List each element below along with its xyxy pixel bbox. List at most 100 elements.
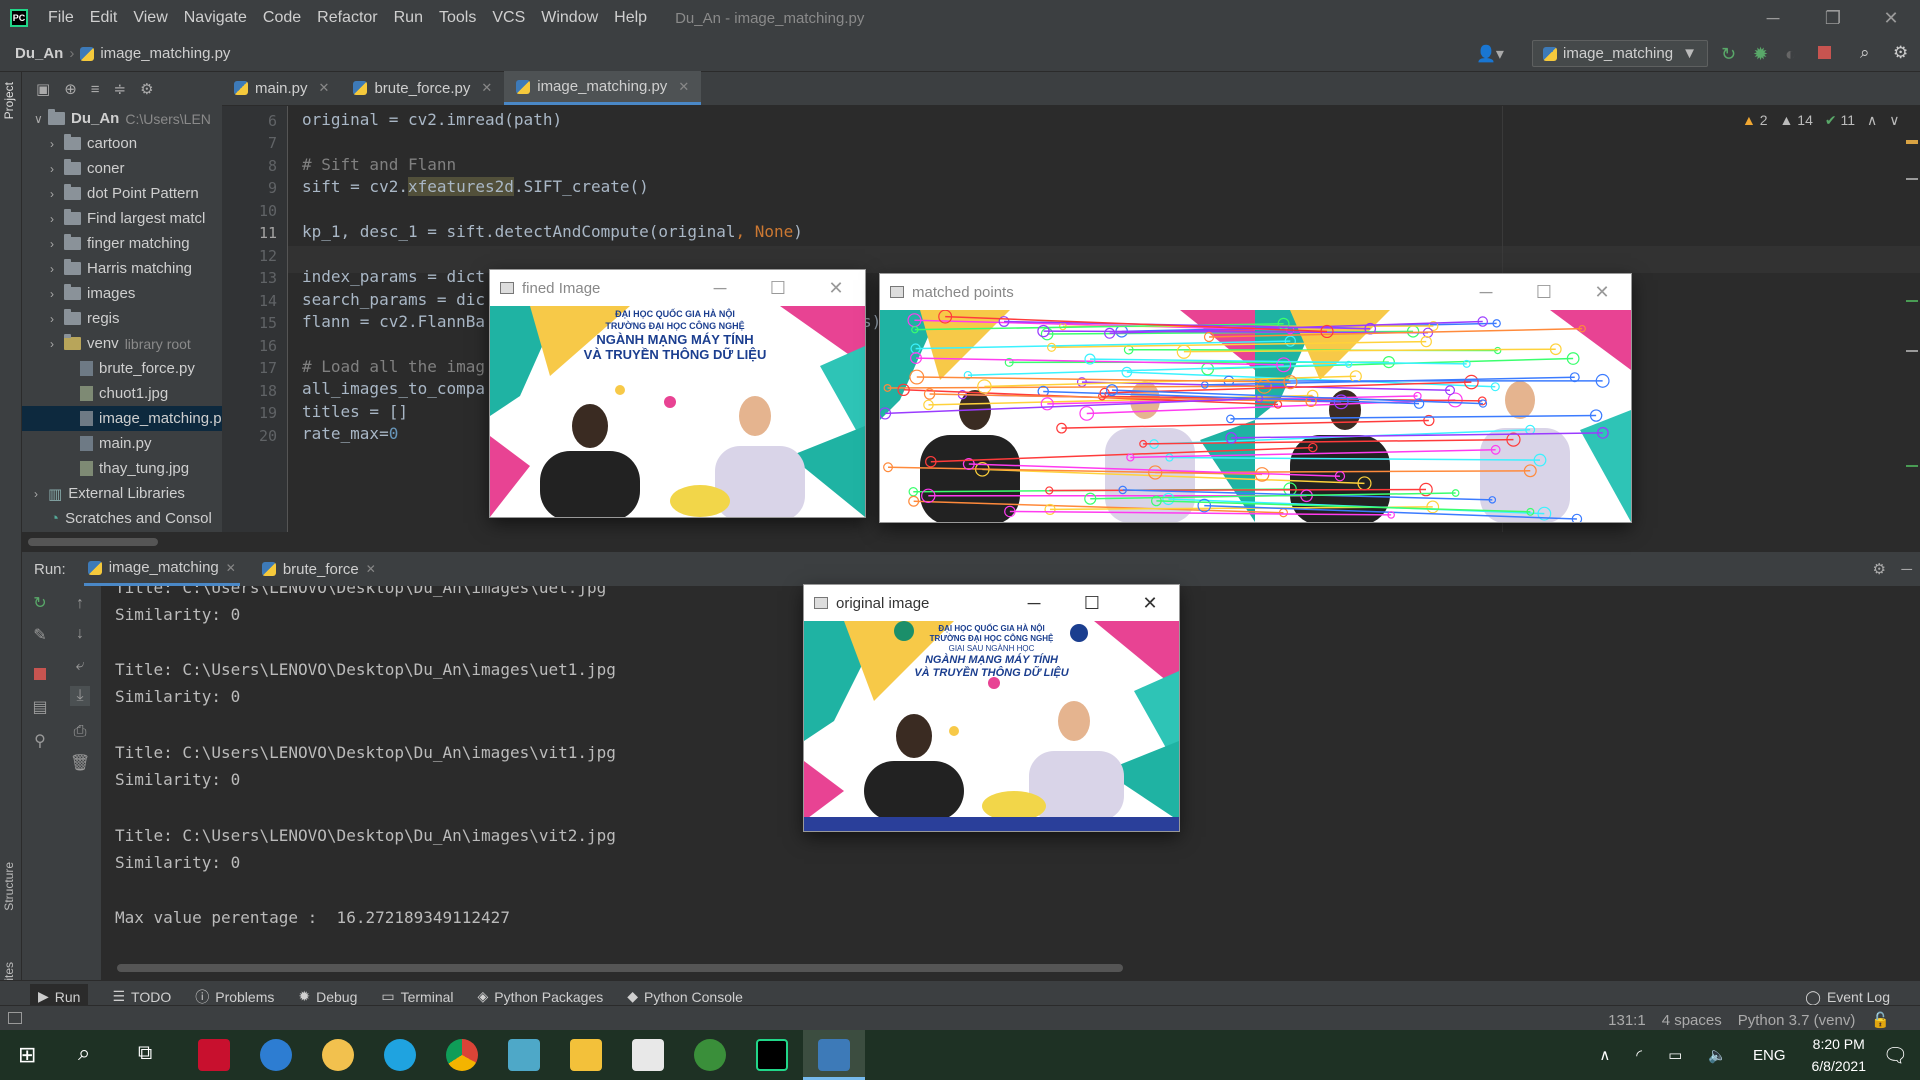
project-horizontal-scrollbar[interactable]	[28, 538, 158, 546]
tree-external-libraries[interactable]: › ▥ External Libraries	[22, 481, 222, 506]
gear-icon[interactable]: ⚙	[1873, 560, 1886, 578]
tab-image-matching[interactable]: image_matching.py ✕	[504, 71, 702, 105]
menu-code[interactable]: Code	[255, 0, 309, 36]
search-icon[interactable]: ⌕	[78, 1040, 90, 1066]
stop-icon[interactable]	[1818, 46, 1831, 59]
tree-folder[interactable]: › Find largest matcl	[22, 206, 222, 231]
app-icon[interactable]	[198, 1039, 230, 1071]
project-tool-tab[interactable]: Project	[2, 82, 16, 119]
pycharm-icon[interactable]	[756, 1039, 788, 1071]
tree-root[interactable]: ∨ Du_An C:\Users\LEN	[22, 106, 222, 131]
tab-main[interactable]: main.py ✕	[222, 71, 341, 105]
arrow-down-icon[interactable]: ↓	[70, 624, 90, 644]
menu-run[interactable]: Run	[386, 0, 431, 36]
lock-icon[interactable]: 🔓	[1871, 1011, 1890, 1029]
volume-icon[interactable]: 🔈	[1708, 1046, 1727, 1064]
menu-vcs[interactable]: VCS	[484, 0, 533, 36]
close-tab-icon[interactable]: ✕	[319, 80, 330, 96]
restore-icon[interactable]: ❐	[1804, 0, 1862, 36]
chrome-icon[interactable]	[446, 1039, 478, 1071]
close-icon[interactable]: ✕	[807, 270, 865, 306]
close-tab-icon[interactable]: ✕	[366, 562, 376, 576]
arrow-up-icon[interactable]: ↑	[70, 594, 90, 614]
rerun-icon[interactable]: ↻	[30, 594, 50, 614]
minimize-icon[interactable]: ─	[1005, 585, 1063, 621]
close-icon[interactable]: ✕	[1121, 585, 1179, 621]
tree-file[interactable]: thay_tung.jpg	[22, 456, 222, 481]
tree-folder[interactable]: › cartoon	[22, 131, 222, 156]
soft-wrap-icon[interactable]: ⤶	[70, 656, 90, 676]
python-icon[interactable]	[818, 1039, 850, 1071]
close-icon[interactable]: ✕	[1573, 274, 1631, 310]
collapse-all-icon[interactable]: ≑	[114, 80, 127, 98]
run-tab-image-matching[interactable]: image_matching ✕	[83, 552, 240, 586]
menu-help[interactable]: Help	[606, 0, 655, 36]
tree-folder[interactable]: › Harris matching	[22, 256, 222, 281]
tree-file[interactable]: brute_force.py	[22, 356, 222, 381]
layout-icon[interactable]: ▤	[30, 698, 50, 718]
paint-net-icon[interactable]	[694, 1039, 726, 1071]
tool-tab-python-console[interactable]: ◆ Python Console	[627, 988, 743, 1005]
file-explorer-icon[interactable]	[570, 1039, 602, 1071]
indent-setting[interactable]: 4 spaces	[1662, 1012, 1722, 1029]
console-horizontal-scrollbar[interactable]	[117, 964, 1123, 972]
minimize-icon[interactable]: ─	[691, 270, 749, 306]
locate-icon[interactable]: ⊕	[64, 80, 77, 98]
fined-image-titlebar[interactable]: fined Image ─ ☐ ✕	[490, 270, 865, 306]
expand-all-icon[interactable]: ≡	[91, 81, 100, 98]
clock[interactable]: 8:20 PM 6/8/2021	[1812, 1033, 1867, 1077]
tool-tab-todo[interactable]: ☰ TODO	[112, 988, 171, 1005]
matched-points-titlebar[interactable]: matched points ─ ☐ ✕	[880, 274, 1631, 310]
tool-tab-python-packages[interactable]: ◈ Python Packages	[478, 988, 604, 1005]
search-icon[interactable]: ⌕	[1860, 43, 1870, 63]
toggle-tool-windows-icon[interactable]	[8, 1012, 22, 1024]
tree-folder[interactable]: › images	[22, 281, 222, 306]
caret-position[interactable]: 131:1	[1608, 1012, 1646, 1029]
breadcrumb-file[interactable]: image_matching.py	[80, 45, 230, 62]
trash-icon[interactable]: 🗑	[70, 754, 90, 774]
tree-folder[interactable]: › coner	[22, 156, 222, 181]
app-icon[interactable]	[632, 1039, 664, 1071]
tree-folder[interactable]: › regis	[22, 306, 222, 331]
minimize-icon[interactable]: ─	[1744, 0, 1802, 36]
run-tab-brute-force[interactable]: brute_force ✕	[258, 552, 380, 586]
close-tab-icon[interactable]: ✕	[481, 80, 492, 96]
error-stripe-mark[interactable]	[1906, 178, 1918, 180]
maximize-icon[interactable]: ☐	[1063, 585, 1121, 621]
error-stripe-mark[interactable]	[1906, 350, 1918, 352]
pin-icon[interactable]: ⚲	[30, 732, 50, 752]
menu-refactor[interactable]: Refactor	[309, 0, 385, 36]
tool-tab-terminal[interactable]: ▭ Terminal	[381, 988, 453, 1005]
paint-3d-icon[interactable]	[260, 1039, 292, 1071]
matched-points-window[interactable]: matched points ─ ☐ ✕	[880, 274, 1631, 522]
error-stripe-mark[interactable]	[1906, 465, 1918, 467]
menu-window[interactable]: Window	[533, 0, 606, 36]
maximize-icon[interactable]: ☐	[749, 270, 807, 306]
close-tab-icon[interactable]: ✕	[226, 561, 236, 575]
chevron-up-icon[interactable]: ∧	[1867, 112, 1877, 129]
windows-start-icon[interactable]: ⊞	[18, 1042, 36, 1068]
maximize-icon[interactable]: ☐	[1515, 274, 1573, 310]
hide-panel-icon[interactable]: ─	[1901, 561, 1912, 578]
task-view-icon[interactable]: ⧉	[138, 1042, 152, 1065]
menu-tools[interactable]: Tools	[431, 0, 484, 36]
fined-image-window[interactable]: fined Image ─ ☐ ✕ ĐẠI HỌC QUỐC GIA HÀ NỘ…	[490, 270, 865, 517]
tab-brute-force[interactable]: brute_force.py ✕	[341, 71, 504, 105]
chevron-up-icon[interactable]: ∧	[1599, 1046, 1610, 1064]
close-tab-icon[interactable]: ✕	[678, 79, 689, 95]
coverage-icon[interactable]: ◐	[1785, 44, 1796, 65]
tool-tab-problems[interactable]: ⓘ Problems	[195, 987, 274, 1007]
notepad-icon[interactable]	[508, 1039, 540, 1071]
original-image-titlebar[interactable]: original image ─ ☐ ✕	[804, 585, 1179, 621]
wifi-icon[interactable]: ◜	[1636, 1046, 1642, 1064]
menu-file[interactable]: File	[40, 0, 82, 36]
tree-folder[interactable]: › dot Point Pattern	[22, 181, 222, 206]
tree-scratches[interactable]: ◔ Scratches and Consol	[22, 506, 222, 531]
menu-edit[interactable]: Edit	[82, 0, 126, 36]
user-icon[interactable]: 👤▾	[1476, 44, 1504, 64]
print-icon[interactable]: ⎙	[70, 722, 90, 742]
project-view-icon[interactable]: ▣	[36, 80, 50, 98]
menu-navigate[interactable]: Navigate	[176, 0, 255, 36]
stop-icon[interactable]	[34, 668, 46, 680]
battery-icon[interactable]: ▭	[1668, 1046, 1682, 1064]
